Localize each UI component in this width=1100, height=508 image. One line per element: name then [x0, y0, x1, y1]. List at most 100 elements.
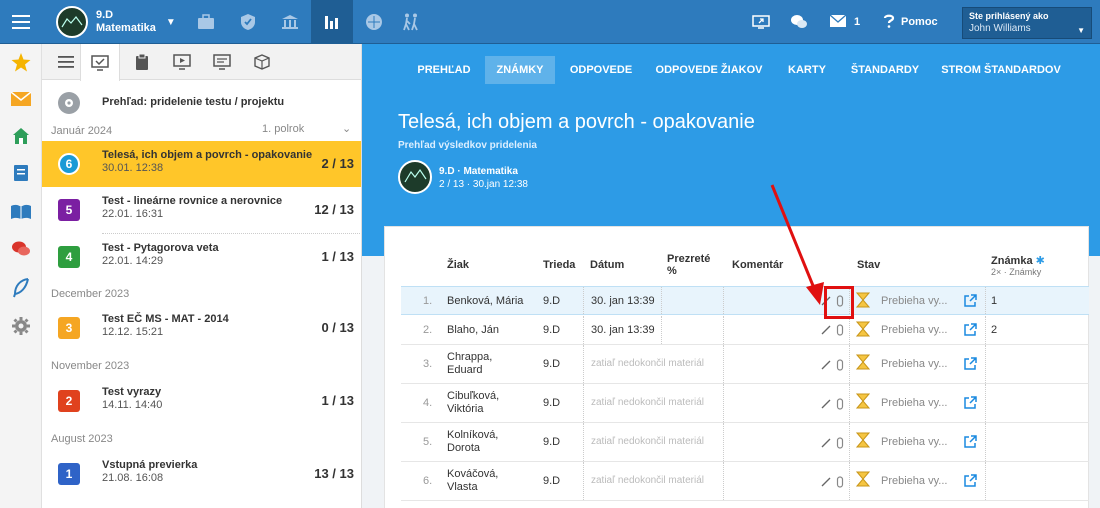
paperclip-icon[interactable] [833, 358, 847, 372]
semester-select[interactable]: 1. polrok [262, 123, 304, 135]
caret-down-icon: ▼ [165, 16, 176, 28]
test-name: Vstupná previerka [102, 459, 198, 471]
test-badge: 3 [58, 317, 80, 339]
grade-cell[interactable]: 2 [991, 324, 997, 336]
table-row[interactable]: 2. Blaho, Ján 9.D 30. jan 13:39 Prebieha… [401, 316, 1089, 345]
clipboard-icon[interactable] [122, 44, 162, 80]
test-monitor-icon[interactable] [80, 44, 120, 81]
external-link-icon[interactable] [963, 395, 977, 409]
external-link-icon[interactable] [963, 434, 977, 448]
class-cell: 9.D [543, 358, 561, 370]
test-item[interactable]: 4 Test - Pytagorova veta 22.01. 14:29 1 … [42, 234, 361, 280]
chevron-down-icon[interactable]: ⌄ [342, 122, 351, 135]
page-subtitle: Prehľad výsledkov pridelenia [398, 140, 537, 151]
tab-cards[interactable]: KARTY [780, 56, 834, 84]
mail-icon[interactable] [0, 83, 42, 115]
page-title: Telesá, ich objem a povrch - opakovanie [398, 111, 755, 133]
month-heading: November 2023 [51, 360, 130, 372]
shield-icon[interactable] [227, 0, 269, 44]
book-icon[interactable] [0, 196, 42, 228]
gear-icon[interactable] [0, 310, 42, 342]
table-row[interactable]: 5. Kolníková, Dorota 9.D zatiaľ nedokonči… [401, 423, 1089, 462]
test-date: 30.01. 12:38 [102, 162, 164, 174]
external-link-icon[interactable] [963, 322, 977, 336]
student-name: Chrappa, Eduard [447, 351, 493, 376]
tab-grades[interactable]: ZNÁMKY [485, 56, 555, 84]
notebook-icon[interactable] [0, 157, 42, 189]
tab-overview[interactable]: PREHĽAD [410, 56, 478, 84]
header-grade[interactable]: Známka ✱ [991, 255, 1045, 267]
sports-icon[interactable] [353, 0, 395, 44]
screen-share-icon[interactable] [740, 0, 782, 44]
external-link-icon[interactable] [963, 293, 977, 307]
paperclip-icon[interactable] [833, 397, 847, 411]
test-count: 1 / 13 [321, 249, 354, 264]
hourglass-icon [856, 354, 870, 370]
video-icon[interactable] [162, 44, 202, 80]
envelope-icon [829, 14, 847, 30]
header-class[interactable]: Trieda [543, 259, 575, 271]
external-link-icon[interactable] [963, 356, 977, 370]
chat-bubbles-icon[interactable] [0, 233, 42, 265]
test-item[interactable]: 5 Test - lineárne rovnice a nerovnice 22… [42, 187, 361, 233]
test-count: 1 / 13 [321, 393, 354, 408]
tab-standards-tree[interactable]: STROM ŠTANDARDOV [936, 56, 1066, 84]
star-icon[interactable] [0, 46, 42, 78]
chat-icon[interactable] [778, 0, 820, 44]
header-viewed[interactable]: Prezreté % [667, 253, 710, 277]
login-label: Ste prihlásený ako [969, 11, 1049, 21]
assignment-panel: Prehľad: pridelenie testu / projektu Jan… [42, 44, 362, 508]
tab-standards[interactable]: ŠTANDARDY [844, 56, 926, 84]
status-cell: Prebieha vy... [881, 436, 948, 448]
user-menu[interactable]: Ste prihlásený ako John Williams ▼ [962, 7, 1092, 39]
menu-icon[interactable] [0, 0, 42, 44]
pencil-icon[interactable] [819, 397, 833, 411]
test-badge: 2 [58, 390, 80, 412]
class-switcher[interactable]: 9.D Matematika ▼ [56, 6, 176, 38]
pencil-icon[interactable] [819, 358, 833, 372]
class-cell: 9.D [543, 324, 561, 336]
messages-button[interactable]: 1 [829, 0, 860, 44]
main-content: PREHĽAD ZNÁMKY ODPOVEDE ODPOVEDE ŽIAKOV … [362, 44, 1100, 508]
checklist-monitor-icon[interactable] [202, 44, 242, 80]
student-name: Kolníková, Dorota [447, 429, 499, 454]
tab-answers[interactable]: ODPOVEDE [562, 56, 640, 84]
institution-icon[interactable] [269, 0, 311, 44]
table-row[interactable]: 3. Chrappa, Eduard 9.D zatiaľ nedokončil … [401, 345, 1089, 384]
paperclip-icon[interactable] [833, 436, 847, 450]
pencil-icon[interactable] [819, 323, 833, 337]
walking-icon[interactable] [390, 0, 432, 44]
test-item[interactable]: 3 Test EČ MS - MAT - 2014 12.12. 15:21 0… [42, 305, 361, 351]
status-cell: Prebieha vy... [881, 397, 948, 409]
hourglass-icon [856, 471, 870, 487]
table-row[interactable]: 6. Kováčová, Vlasta 9.D zatiaľ nedokončil… [401, 462, 1089, 501]
overview-item[interactable]: Prehľad: pridelenie testu / projektu [42, 88, 361, 118]
help-button[interactable]: Pomoc [883, 0, 938, 44]
pencil-icon[interactable] [819, 475, 833, 489]
table-row[interactable]: 4. Cibuľková, Viktória 9.D zatiaľ nedokon… [401, 384, 1089, 423]
grade-cell[interactable]: 1 [991, 295, 997, 307]
bar-chart-icon[interactable] [311, 0, 353, 44]
tab-student-answers[interactable]: ODPOVEDE ŽIAKOV [650, 56, 768, 84]
test-badge: 5 [58, 199, 80, 221]
header-student[interactable]: Žiak [447, 259, 469, 271]
grade-subheader: 2× · Známky [991, 267, 1042, 277]
briefcase-icon[interactable] [185, 0, 227, 44]
student-name: Benková, Mária [447, 295, 524, 307]
external-link-icon[interactable] [963, 473, 977, 487]
test-item[interactable]: 2 Test vyrazy 14.11. 14:40 1 / 13 [42, 378, 361, 424]
panel-tabs [42, 44, 361, 81]
test-item[interactable]: 6 Telesá, ich objem a povrch - opakovani… [42, 141, 361, 187]
paperclip-icon[interactable] [833, 323, 847, 337]
feather-icon[interactable] [0, 272, 42, 304]
paperclip-icon[interactable] [833, 475, 847, 489]
class-cell: 9.D [543, 397, 561, 409]
pencil-icon[interactable] [819, 436, 833, 450]
settings-icon[interactable]: ✱ [1036, 255, 1045, 267]
header-date[interactable]: Dátum [590, 259, 624, 271]
package-icon[interactable] [242, 44, 282, 80]
test-item[interactable]: 1 Vstupná previerka 21.08. 16:08 13 / 13 [42, 451, 361, 497]
header-status[interactable]: Stav [857, 259, 880, 271]
home-icon[interactable] [0, 120, 42, 152]
red-arrow-annotation [770, 184, 824, 305]
